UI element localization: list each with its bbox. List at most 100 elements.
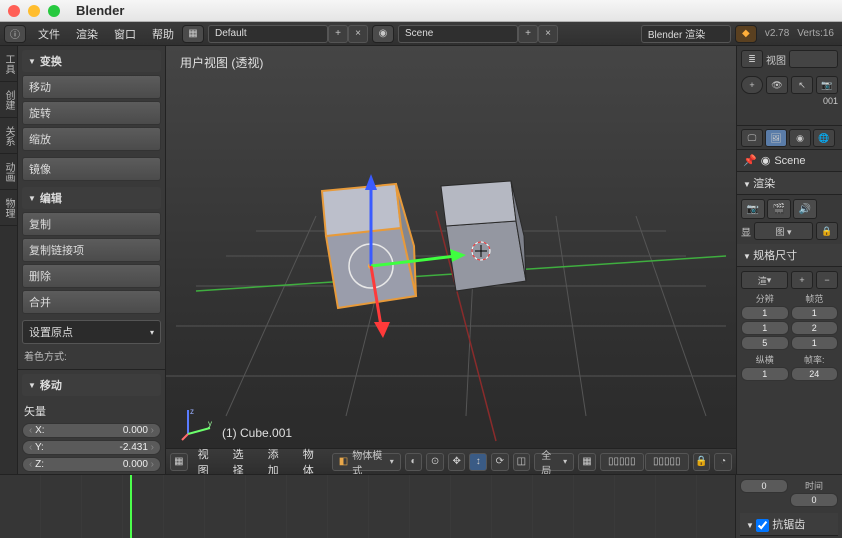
time-remap-new-field[interactable]: 0 (790, 493, 838, 507)
pin-icon[interactable]: 📌 (743, 154, 757, 167)
tab-animation[interactable]: 动画 (0, 154, 17, 190)
window-maximize-button[interactable] (48, 5, 60, 17)
layout-selector[interactable]: Default (208, 25, 328, 43)
layers-buttons-left[interactable]: ▯▯▯▯▯ (600, 453, 644, 471)
layout-remove-button[interactable]: × (348, 25, 368, 43)
timeline-track[interactable] (0, 475, 736, 538)
outliner-view-label[interactable]: 视图 (766, 52, 786, 67)
res-y-field[interactable]: 1 (741, 321, 789, 335)
frame-step-field[interactable]: 1 (791, 336, 839, 350)
menu-add[interactable]: 添加 (262, 446, 293, 475)
pivot-point-icon[interactable]: ⊙ (426, 453, 444, 471)
editor-type-icon[interactable]: ⓘ (4, 25, 26, 43)
scene-data-icon: ◉ (761, 154, 771, 167)
lock-camera-icon[interactable]: 🔒 (693, 453, 711, 471)
cursor-icon[interactable]: ↖ (791, 76, 813, 94)
layers-buttons-right[interactable]: ▯▯▯▯▯ (645, 453, 689, 471)
outliner-editor-icon[interactable]: ≣ (741, 50, 763, 68)
res-percent-field[interactable]: 5 (741, 336, 789, 350)
preset-remove-button[interactable]: − (816, 271, 838, 289)
manipulator-scale-icon[interactable]: ◫ (513, 453, 531, 471)
framerate-field[interactable]: 24 (791, 367, 839, 381)
set-origin-dropdown[interactable]: 设置原点 (22, 320, 161, 344)
translate-x-field[interactable]: X:0.000 (22, 423, 161, 438)
context-world-icon[interactable]: 🌐 (813, 129, 835, 147)
delete-button[interactable]: 删除 (22, 264, 161, 288)
tab-physics[interactable]: 物理 (0, 190, 17, 226)
aspect-x-field[interactable]: 1 (741, 367, 789, 381)
frame-end-field[interactable]: 2 (791, 321, 839, 335)
frame-start-field[interactable]: 1 (791, 306, 839, 320)
scene-selector[interactable]: Scene (398, 25, 518, 43)
window-minimize-button[interactable] (28, 5, 40, 17)
context-scene-icon[interactable]: ◉ (789, 129, 811, 147)
version-label: v2.78 (761, 28, 793, 39)
window-close-button[interactable] (8, 5, 20, 17)
res-x-field[interactable]: 1 (741, 306, 789, 320)
tool-shelf-tabs: 工具 创建 关系 动画 物理 (0, 46, 18, 474)
operator-panel-head[interactable]: 移动 (22, 374, 161, 396)
plus-button[interactable]: + (741, 76, 763, 94)
proportional-edit-icon[interactable]: ◔ (714, 453, 732, 471)
context-render-icon[interactable]: 🖵 (741, 129, 763, 147)
render-audio-icon[interactable]: 🔊 (793, 199, 817, 219)
cube-original[interactable] (441, 181, 526, 291)
window-titlebar: Blender (0, 0, 842, 22)
menu-window[interactable]: 窗口 (106, 26, 144, 42)
panel-transform-head[interactable]: 变换 (22, 50, 161, 72)
camera-restrict-icon[interactable]: 📷 (816, 76, 838, 94)
manipulator-toggle-icon[interactable]: ✥ (448, 453, 466, 471)
render-preset-dropdown[interactable]: 渲 ▾ (741, 271, 788, 289)
menu-object[interactable]: 物体 (297, 446, 328, 475)
translate-y-field[interactable]: Y:-2.431 (22, 440, 161, 455)
outliner-search[interactable] (789, 50, 838, 68)
mode-selector[interactable]: ◧物体模式 (332, 453, 401, 471)
layers-icon[interactable]: ▦ (578, 453, 596, 471)
tab-relations[interactable]: 关系 (0, 118, 17, 154)
render-section-head[interactable]: 渲染 (737, 172, 842, 195)
viewport-shading-icon[interactable]: ◐ (405, 453, 423, 471)
translate-z-field[interactable]: Z:0.000 (22, 457, 161, 472)
panel-edit-head[interactable]: 编辑 (22, 187, 161, 209)
scene-remove-button[interactable]: × (538, 25, 558, 43)
menu-view[interactable]: 视图 (192, 446, 223, 475)
display-lock-icon[interactable]: 🔒 (816, 222, 838, 240)
time-remap-old-field[interactable]: 0 (740, 479, 788, 493)
dimensions-section-head[interactable]: 规格尺寸 (737, 244, 842, 267)
render-animation-icon[interactable]: 🎬 (767, 199, 791, 219)
menu-help[interactable]: 帮助 (144, 26, 182, 42)
mirror-button[interactable]: 镜像 (22, 157, 161, 181)
tab-create[interactable]: 创建 (0, 82, 17, 118)
manipulator-translate-icon[interactable]: ↕ (469, 453, 487, 471)
antialias-section-head[interactable]: 抗锯齿 (740, 513, 838, 536)
translate-button[interactable]: 移动 (22, 75, 161, 99)
manipulator-rotate-icon[interactable]: ⟳ (491, 453, 509, 471)
scale-button[interactable]: 缩放 (22, 127, 161, 151)
menu-select[interactable]: 选择 (227, 446, 258, 475)
scene-browse-icon[interactable]: ◉ (372, 25, 394, 43)
duplicate-linked-button[interactable]: 复制链接项 (22, 238, 161, 262)
render-engine-selector[interactable]: Blender 渲染 (641, 25, 731, 43)
join-button[interactable]: 合并 (22, 290, 161, 314)
timeline-editor: 0 时间 0 抗锯齿 (0, 474, 842, 538)
layout-add-button[interactable]: + (328, 25, 348, 43)
screen-layout-icon[interactable]: ▦ (182, 25, 204, 43)
display-mode-dropdown[interactable]: 图 ▾ (754, 222, 813, 240)
eye-visibility-icon[interactable]: 👁 (766, 76, 788, 94)
set-origin-label: 设置原点 (29, 324, 73, 340)
rotate-button[interactable]: 旋转 (22, 101, 161, 125)
tab-tools[interactable]: 工具 (0, 46, 17, 82)
transform-orientation-selector[interactable]: 全局 (534, 453, 574, 471)
scene-add-button[interactable]: + (518, 25, 538, 43)
coord-readout: 001 (741, 96, 838, 106)
preset-add-button[interactable]: + (791, 271, 813, 289)
render-still-icon[interactable]: 📷 (741, 199, 765, 219)
menu-file[interactable]: 文件 (30, 26, 68, 42)
3d-viewport[interactable]: 用户视图 (透视) (166, 46, 736, 474)
viewport-editor-type-icon[interactable]: ▦ (170, 453, 188, 471)
duplicate-button[interactable]: 复制 (22, 212, 161, 236)
menu-render[interactable]: 渲染 (68, 26, 106, 42)
context-render-layers-icon[interactable]: 🖼 (765, 129, 787, 147)
antialias-checkbox[interactable] (756, 519, 769, 532)
timeline-playhead[interactable] (130, 475, 132, 538)
